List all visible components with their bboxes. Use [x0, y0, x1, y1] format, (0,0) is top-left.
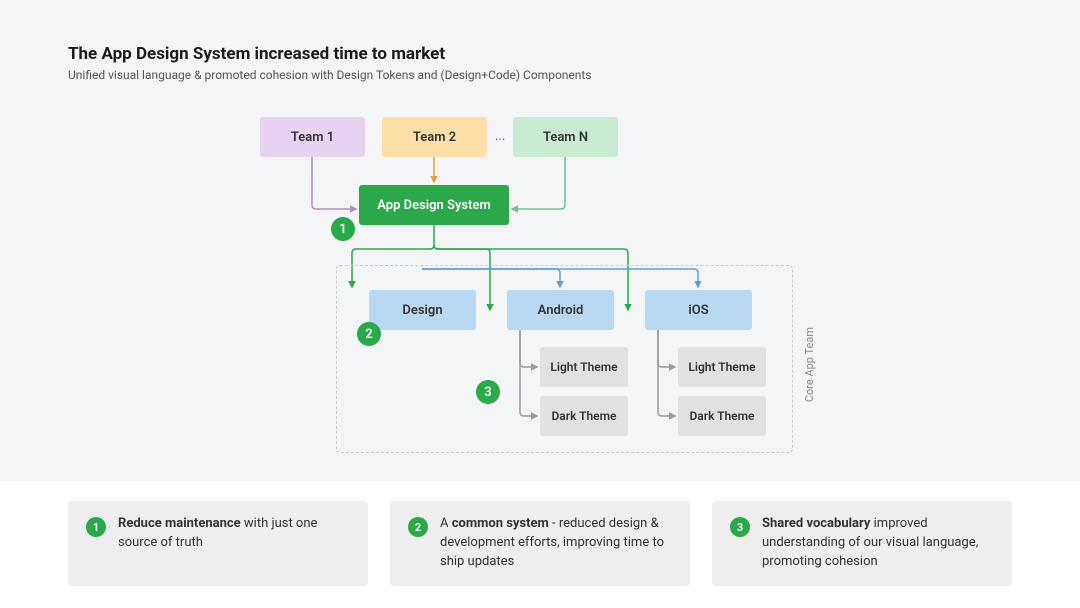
- diagram: Team 1 Team 2 ... Team N App Design Syst…: [260, 117, 820, 457]
- android-box: Android: [507, 290, 614, 330]
- benefit-3-badge: 3: [730, 517, 750, 537]
- app-design-system-box: App Design System: [359, 185, 509, 225]
- diagram-badge-3: 3: [476, 380, 500, 404]
- benefit-1-badge: 1: [86, 517, 106, 537]
- benefit-3-text: Shared vocabulary improved understanding…: [762, 515, 994, 572]
- benefit-3: 3 Shared vocabulary improved understandi…: [712, 501, 1012, 586]
- benefit-1-text: Reduce maintenance with just one source …: [118, 515, 350, 553]
- core-app-team-label: Core App Team: [803, 327, 816, 402]
- benefit-2-text: A common system - reduced design & devel…: [440, 515, 672, 572]
- ios-light-theme-box: Light Theme: [678, 347, 766, 387]
- teams-ellipsis: ...: [495, 129, 505, 144]
- benefit-2-badge: 2: [408, 517, 428, 537]
- header: The App Design System increased time to …: [68, 44, 592, 82]
- benefits-row: 1 Reduce maintenance with just one sourc…: [0, 481, 1080, 608]
- team-1-box: Team 1: [260, 117, 365, 157]
- ios-box: iOS: [645, 290, 752, 330]
- android-light-theme-box: Light Theme: [540, 347, 628, 387]
- android-dark-theme-box: Dark Theme: [540, 396, 628, 436]
- design-box: Design: [369, 290, 476, 330]
- ios-dark-theme-box: Dark Theme: [678, 396, 766, 436]
- page-title: The App Design System increased time to …: [68, 44, 592, 64]
- diagram-badge-2: 2: [357, 322, 381, 346]
- diagram-badge-1: 1: [331, 217, 355, 241]
- benefit-2: 2 A common system - reduced design & dev…: [390, 501, 690, 586]
- page-subtitle: Unified visual language & promoted cohes…: [68, 68, 592, 82]
- team-n-box: Team N: [513, 117, 618, 157]
- team-2-box: Team 2: [382, 117, 487, 157]
- benefit-1: 1 Reduce maintenance with just one sourc…: [68, 501, 368, 586]
